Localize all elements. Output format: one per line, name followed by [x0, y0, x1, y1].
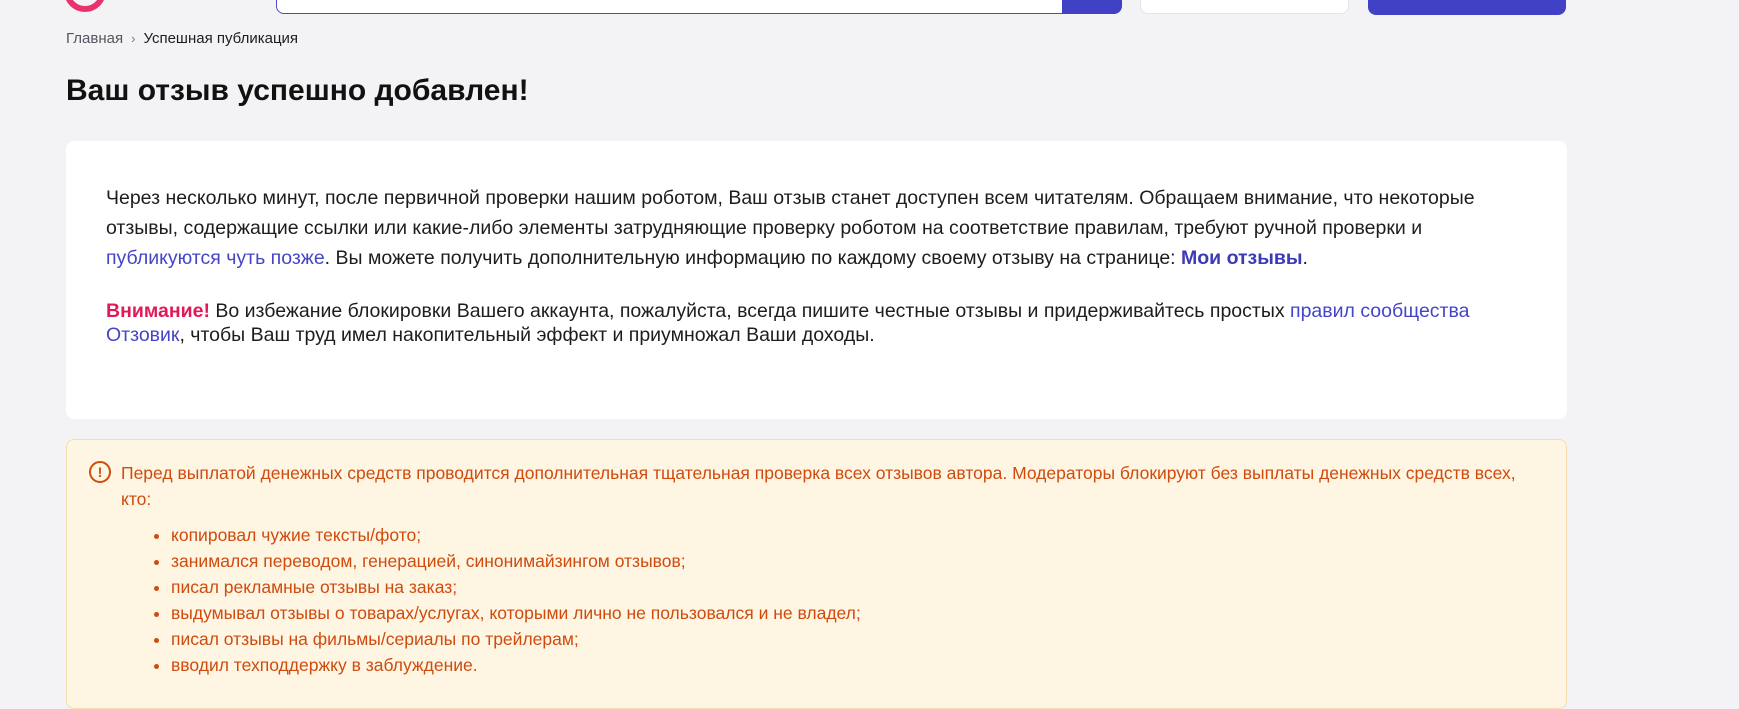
list-item: писал отзывы на фильмы/сериалы по трейле…: [171, 626, 1526, 652]
success-card: Через несколько минут, после первичной п…: [66, 141, 1567, 419]
success-text-a: Через несколько минут, после первичной п…: [106, 187, 1475, 239]
exclamation-circle-icon: !: [89, 461, 111, 483]
breadcrumb: Главная › Успешная публикация: [66, 30, 298, 47]
page-title: Ваш отзыв успешно добавлен!: [66, 74, 529, 107]
breadcrumb-current: Успешная публикация: [143, 30, 299, 47]
breadcrumb-home-link[interactable]: Главная: [66, 30, 123, 47]
published-later-link[interactable]: публикуются чуть позже: [106, 247, 325, 269]
list-item: занимался переводом, генерацией, синоним…: [171, 548, 1526, 574]
site-header: [0, 0, 1739, 16]
list-item: писал рекламные отзывы на заказ;: [171, 574, 1526, 600]
success-paragraph: Через несколько минут, после первичной п…: [106, 183, 1527, 273]
list-item: вводил техподдержку в заблуждение.: [171, 652, 1526, 678]
warning-text-a: Во избежание блокировки Вашего аккаунта,…: [209, 300, 1291, 322]
warning-text-b: , чтобы Ваш труд имел накопительный эффе…: [179, 324, 875, 346]
search-button[interactable]: [1062, 0, 1122, 14]
my-reviews-link[interactable]: Мои отзывы: [1181, 247, 1303, 269]
logo-icon[interactable]: [64, 0, 106, 12]
list-item: выдумывал отзывы о товарах/услугах, кото…: [171, 600, 1526, 626]
notice-list: копировал чужие тексты/фото; занимался п…: [121, 522, 1526, 678]
search-input[interactable]: [276, 0, 1063, 14]
success-text-b: . Вы можете получить дополнительную инфо…: [324, 247, 1182, 269]
warning-label: Внимание!: [106, 300, 210, 322]
list-item: копировал чужие тексты/фото;: [171, 522, 1526, 548]
success-text-c: .: [1302, 247, 1308, 269]
notice-intro: Перед выплатой денежных средств проводит…: [121, 463, 1516, 509]
add-review-button[interactable]: [1368, 0, 1566, 15]
payout-notice: ! Перед выплатой денежных средств провод…: [66, 439, 1567, 709]
account-menu[interactable]: [1140, 0, 1349, 14]
warning-paragraph: Внимание! Во избежание блокировки Вашего…: [106, 299, 1527, 347]
breadcrumb-separator: ›: [131, 31, 136, 46]
